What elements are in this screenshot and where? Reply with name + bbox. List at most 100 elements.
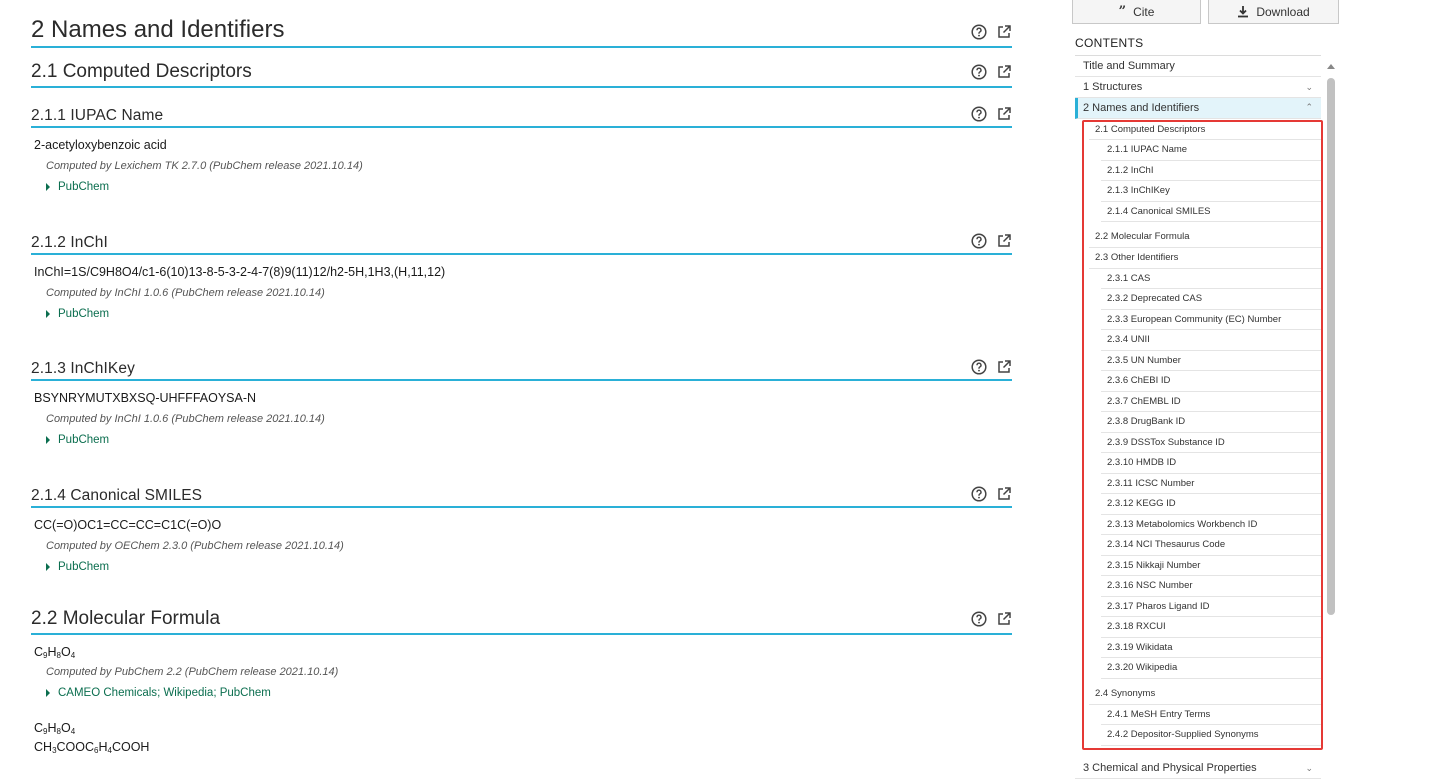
toc-wikidata[interactable]: 2.3.19 Wikidata: [1101, 638, 1321, 658]
reference-link[interactable]: PubChem: [31, 181, 1012, 193]
pubchem-link[interactable]: PubChem: [58, 308, 109, 320]
help-icon[interactable]: [971, 611, 987, 627]
toc-chembl-id[interactable]: 2.3.7 ChEMBL ID: [1101, 392, 1321, 412]
toc-label: 2.3.11 ICSC Number: [1107, 477, 1195, 489]
section-heading-row: 2 Names and Identifiers: [31, 0, 1012, 48]
heading-actions: [971, 611, 1012, 633]
toc-mesh-terms[interactable]: 2.4.1 MeSH Entry Terms: [1101, 705, 1321, 725]
toc-kegg-id[interactable]: 2.3.12 KEGG ID: [1101, 494, 1321, 515]
toc-label: 2.3.9 DSSTox Substance ID: [1107, 436, 1225, 448]
toc-unii[interactable]: 2.3.4 UNII: [1101, 330, 1321, 351]
toc-label: 2 Names and Identifiers: [1083, 102, 1200, 114]
toc-nci-thesaurus[interactable]: 2.3.14 NCI Thesaurus Code: [1101, 535, 1321, 556]
heading-actions: [971, 106, 1012, 126]
pubchem-link[interactable]: PubChem: [58, 561, 109, 573]
toc-rxcui[interactable]: 2.3.18 RXCUI: [1101, 617, 1321, 638]
toc-label: 2.4.2 Depositor-Supplied Synonyms: [1107, 729, 1259, 741]
reference-link[interactable]: PubChem: [31, 308, 1012, 320]
subsection-heading-row: 2.1.1 IUPAC Name: [31, 100, 1012, 128]
pubchem-link[interactable]: PubChem: [220, 687, 271, 699]
toc-label: 2.1.2 InChI: [1107, 164, 1154, 176]
reference-link[interactable]: PubChem: [31, 561, 1012, 573]
formula-value-2: C9H8O4: [34, 721, 76, 736]
toc-inchikey[interactable]: 2.1.3 InChIKey: [1101, 181, 1321, 202]
help-icon[interactable]: [971, 106, 987, 122]
toc-pharos-ligand[interactable]: 2.3.17 Pharos Ligand ID: [1101, 597, 1321, 617]
scrollbar-thumb[interactable]: [1327, 78, 1335, 615]
cite-button[interactable]: ” Cite: [1072, 0, 1201, 24]
toc-structures[interactable]: 1 Structures ⌄: [1075, 77, 1321, 98]
chevron-up-icon[interactable]: ⌃: [1305, 102, 1313, 113]
toc-label: 2.3.16 NSC Number: [1107, 580, 1193, 592]
section-iupac-name: 2.1.1 IUPAC Name 2-acetyloxybenzoic acid…: [31, 100, 1012, 193]
external-link-icon[interactable]: [996, 359, 1012, 375]
pubchem-link[interactable]: PubChem: [58, 181, 109, 193]
chevron-down-icon[interactable]: ⌄: [1305, 82, 1313, 93]
toc-hmdb-id[interactable]: 2.3.10 HMDB ID: [1101, 453, 1321, 474]
toc-label: 2.3.3 European Community (EC) Number: [1107, 313, 1282, 325]
toc-un-number[interactable]: 2.3.5 UN Number: [1101, 351, 1321, 371]
section-molecular-formula: 2.2 Molecular Formula C9H8O4 Computed by…: [31, 595, 1012, 755]
inchikey-value: BSYNRYMUTXBXSQ-UHFFFAOYSA-N: [34, 391, 257, 405]
help-icon[interactable]: [971, 233, 987, 249]
toc-dsstox-id[interactable]: 2.3.9 DSSTox Substance ID: [1101, 433, 1321, 453]
help-icon[interactable]: [971, 359, 987, 375]
toc-synonyms[interactable]: 2.4 Synonyms: [1089, 683, 1321, 705]
toc-depositor-synonyms[interactable]: 2.4.2 Depositor-Supplied Synonyms: [1101, 725, 1321, 746]
toc-label: 2.3.8 DrugBank ID: [1107, 416, 1186, 428]
external-link-icon[interactable]: [996, 106, 1012, 122]
toc-cas[interactable]: 2.3.1 CAS: [1101, 269, 1321, 289]
external-link-icon[interactable]: [996, 233, 1012, 249]
subsection-title: 2.1.4 Canonical SMILES: [31, 487, 203, 504]
toc-names-identifiers[interactable]: 2 Names and Identifiers ⌃: [1075, 98, 1321, 119]
toc-chebi-id[interactable]: 2.3.6 ChEBI ID: [1101, 371, 1321, 392]
toc-molecular-formula[interactable]: 2.2 Molecular Formula: [1089, 226, 1321, 248]
toc-label: 2.3.2 Deprecated CAS: [1107, 293, 1203, 305]
help-icon[interactable]: [971, 64, 987, 80]
toc-label: 2.3 Other Identifiers: [1095, 252, 1179, 264]
toc-label: 2.3.6 ChEBI ID: [1107, 375, 1171, 387]
toc-drugbank-id[interactable]: 2.3.8 DrugBank ID: [1101, 412, 1321, 433]
cameo-link[interactable]: CAMEO Chemicals: [58, 687, 157, 699]
toc-icsc-number[interactable]: 2.3.11 ICSC Number: [1101, 474, 1321, 494]
toc-metabolomics-id[interactable]: 2.3.13 Metabolomics Workbench ID: [1101, 515, 1321, 535]
help-icon[interactable]: [971, 24, 987, 40]
subsection-title: 2.1 Computed Descriptors: [31, 61, 252, 82]
chevron-down-icon[interactable]: ⌄: [1305, 763, 1313, 774]
scroll-up-arrow-icon[interactable]: [1327, 64, 1335, 69]
toc-inchi[interactable]: 2.1.2 InChI: [1101, 161, 1321, 181]
formula-value-3: CH3COOC6H4COOH: [34, 740, 150, 755]
subsection-title: 2.1.3 InChIKey: [31, 360, 135, 377]
toc-wikipedia[interactable]: 2.3.20 Wikipedia: [1101, 658, 1321, 679]
wikipedia-link[interactable]: Wikipedia: [163, 687, 213, 699]
download-button[interactable]: Download: [1208, 0, 1339, 24]
toc-nsc-number[interactable]: 2.3.16 NSC Number: [1101, 576, 1321, 597]
toc-canonical-smiles[interactable]: 2.1.4 Canonical SMILES: [1101, 202, 1321, 222]
sidebar-actions: ” Cite Download: [1072, 0, 1339, 24]
table-of-contents: Title and Summary 1 Structures ⌄ 2 Names …: [1075, 55, 1321, 779]
toc-title-summary[interactable]: Title and Summary: [1075, 56, 1321, 77]
reference-link[interactable]: PubChem: [31, 434, 1012, 446]
toc-iupac-name[interactable]: 2.1.1 IUPAC Name: [1101, 140, 1321, 161]
expand-triangle-icon: [46, 310, 50, 318]
external-link-icon[interactable]: [996, 64, 1012, 80]
toc-computed-descriptors[interactable]: 2.1 Computed Descriptors: [1089, 119, 1321, 140]
expand-triangle-icon: [46, 689, 50, 697]
external-link-icon[interactable]: [996, 486, 1012, 502]
external-link-icon[interactable]: [996, 611, 1012, 627]
toc-label: 2.3.20 Wikipedia: [1107, 662, 1178, 674]
toc-chemical-physical[interactable]: 3 Chemical and Physical Properties ⌄: [1075, 758, 1321, 779]
pubchem-link[interactable]: PubChem: [58, 434, 109, 446]
expand-triangle-icon: [46, 436, 50, 444]
computed-by-note: Computed by PubChem 2.2 (PubChem release…: [46, 666, 339, 678]
external-link-icon[interactable]: [996, 24, 1012, 40]
toc-label: 2.4 Synonyms: [1095, 687, 1156, 699]
toc-deprecated-cas[interactable]: 2.3.2 Deprecated CAS: [1101, 289, 1321, 310]
toc-scrollbar[interactable]: [1325, 60, 1337, 784]
toc-nikkaji-number[interactable]: 2.3.15 Nikkaji Number: [1101, 556, 1321, 576]
computed-by-note: Computed by InChI 1.0.6 (PubChem release…: [46, 287, 325, 299]
help-icon[interactable]: [971, 486, 987, 502]
toc-ec-number[interactable]: 2.3.3 European Community (EC) Number: [1101, 310, 1321, 330]
section-title: 2 Names and Identifiers: [31, 16, 285, 43]
toc-other-identifiers[interactable]: 2.3 Other Identifiers: [1089, 248, 1321, 269]
